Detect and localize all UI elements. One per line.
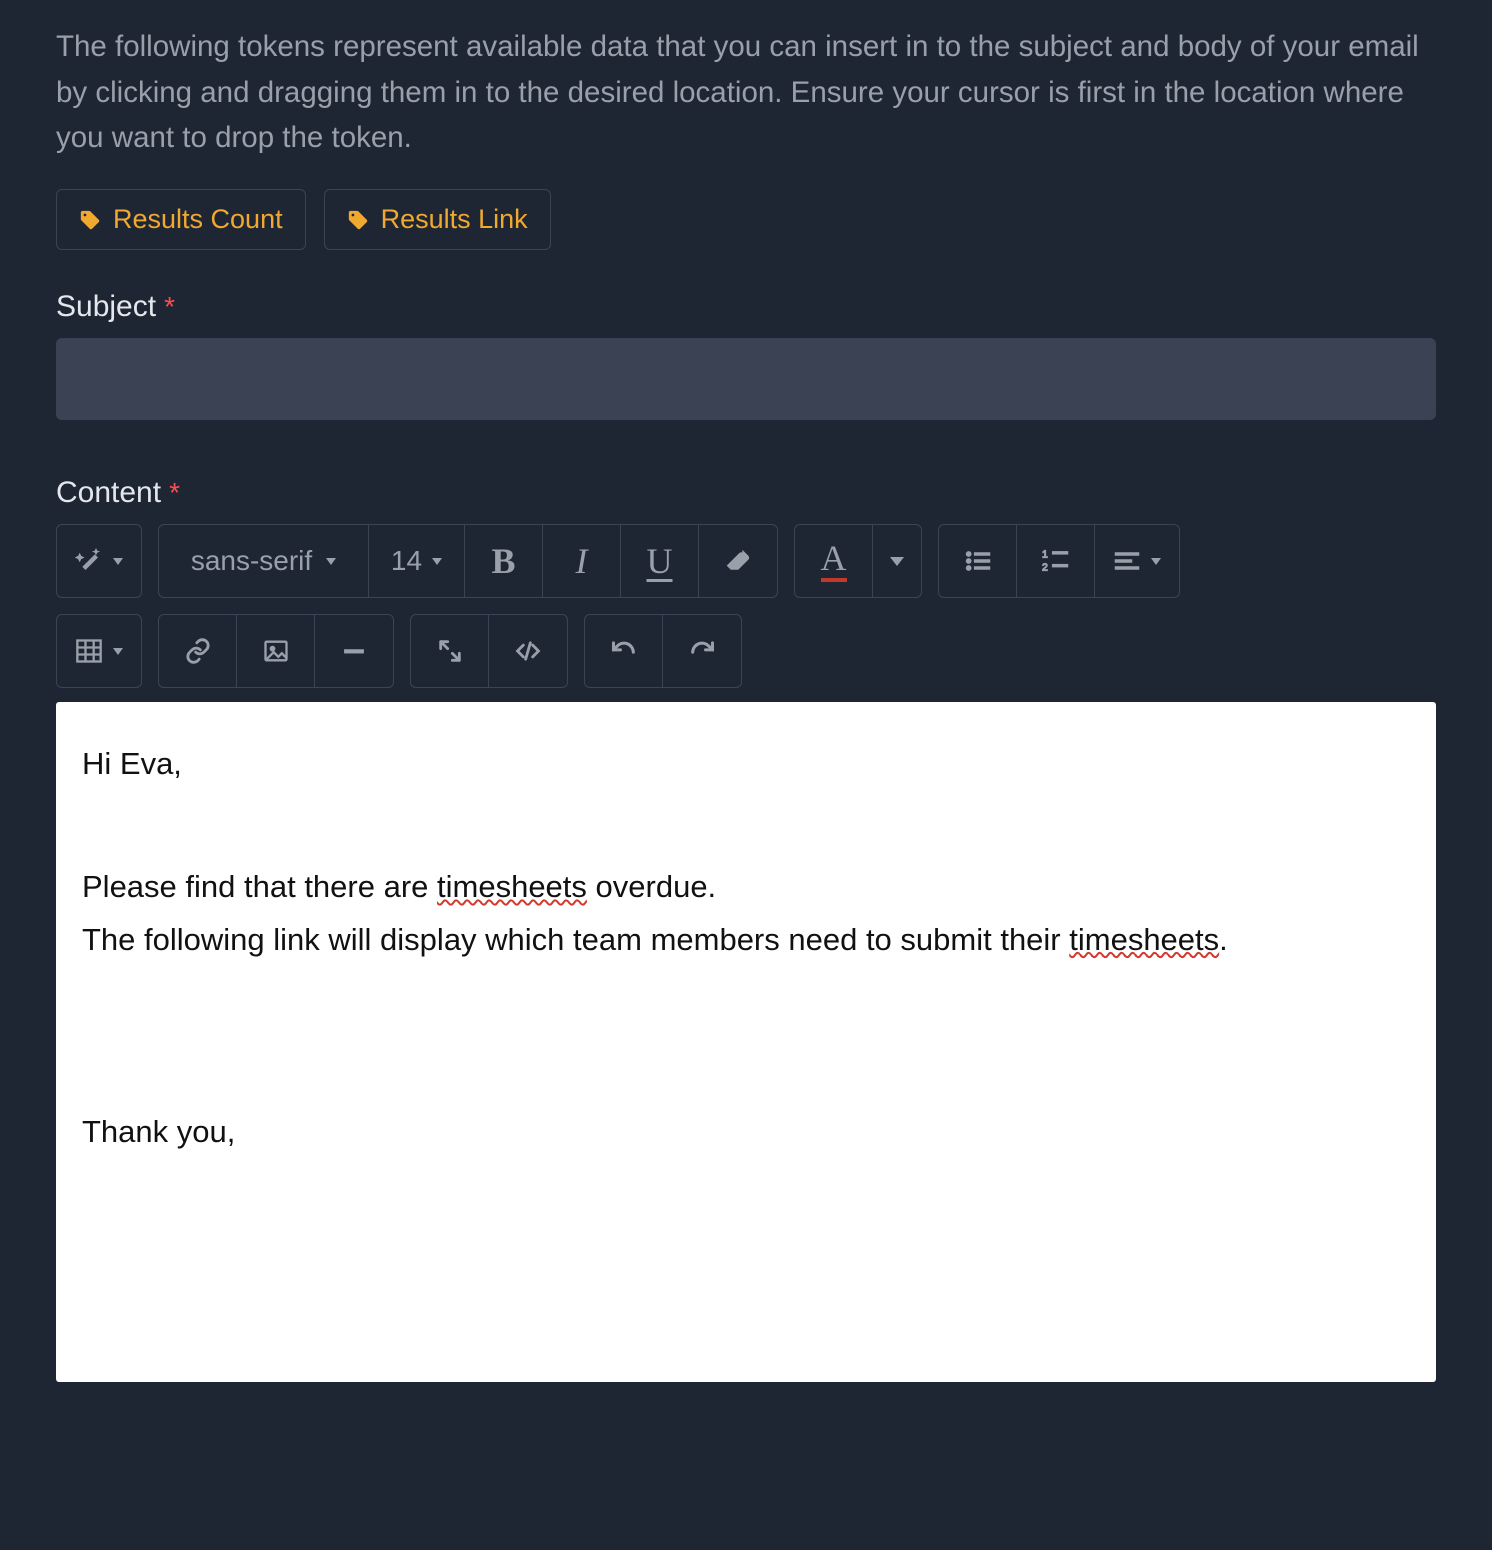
expand-icon xyxy=(436,637,464,665)
spellcheck-error: timesheets xyxy=(437,869,587,904)
token-label: Results Count xyxy=(113,204,283,235)
content-label: Content * xyxy=(56,476,1436,510)
magic-wand-icon xyxy=(75,547,103,575)
body-line-1: Please find that there are timesheets ov… xyxy=(82,861,1410,914)
picture-icon xyxy=(262,637,290,665)
undo-icon xyxy=(610,637,638,665)
required-mark: * xyxy=(164,291,175,323)
token-label: Results Link xyxy=(381,204,528,235)
font-family-value: sans-serif xyxy=(191,545,312,577)
results-link-token[interactable]: Results Link xyxy=(324,189,551,250)
font-size-dropdown[interactable]: 14 xyxy=(369,525,465,597)
table-dropdown[interactable] xyxy=(57,615,141,687)
font-size-value: 14 xyxy=(391,545,422,577)
table-icon xyxy=(75,637,103,665)
eraser-icon xyxy=(724,547,752,575)
clear-format-button[interactable] xyxy=(699,525,777,597)
paragraph-dropdown[interactable] xyxy=(1095,525,1179,597)
minus-icon xyxy=(340,637,368,665)
bold-button[interactable]: B xyxy=(465,525,543,597)
results-count-token[interactable]: Results Count xyxy=(56,189,306,250)
italic-button[interactable]: I xyxy=(543,525,621,597)
picture-button[interactable] xyxy=(237,615,315,687)
spellcheck-error: timesheets xyxy=(1069,922,1219,957)
undo-button[interactable] xyxy=(585,615,663,687)
list-ul-icon xyxy=(964,547,992,575)
font-color-icon: A xyxy=(821,540,847,582)
style-dropdown[interactable] xyxy=(57,525,141,597)
body-greeting: Hi Eva, xyxy=(82,738,1410,791)
svg-text:2: 2 xyxy=(1042,561,1048,573)
required-mark: * xyxy=(169,477,180,509)
font-family-dropdown[interactable]: sans-serif xyxy=(159,525,369,597)
font-color-button[interactable]: A xyxy=(795,525,873,597)
redo-button[interactable] xyxy=(663,615,741,687)
unordered-list-button[interactable] xyxy=(939,525,1017,597)
horizontal-rule-button[interactable] xyxy=(315,615,393,687)
body-line-2: The following link will display which te… xyxy=(82,914,1410,967)
tag-icon xyxy=(347,209,369,231)
underline-button[interactable]: U xyxy=(621,525,699,597)
code-view-button[interactable] xyxy=(489,615,567,687)
token-row: Results Count Results Link xyxy=(56,189,1436,250)
ordered-list-button[interactable]: 12 xyxy=(1017,525,1095,597)
redo-icon xyxy=(688,637,716,665)
subject-label: Subject * xyxy=(56,290,1436,324)
email-body-editor[interactable]: Hi Eva, Please find that there are times… xyxy=(56,702,1436,1382)
link-icon xyxy=(184,637,212,665)
fullscreen-button[interactable] xyxy=(411,615,489,687)
editor-toolbar: sans-serif 14 B I U A xyxy=(56,524,1436,688)
subject-input[interactable] xyxy=(56,338,1436,420)
link-button[interactable] xyxy=(159,615,237,687)
tag-icon xyxy=(79,209,101,231)
token-instructions: The following tokens represent available… xyxy=(56,24,1436,161)
code-icon xyxy=(514,637,542,665)
svg-text:1: 1 xyxy=(1042,549,1048,561)
font-color-dropdown[interactable] xyxy=(873,525,921,597)
align-icon xyxy=(1113,547,1141,575)
body-signoff: Thank you, xyxy=(82,1106,1410,1159)
list-ol-icon: 12 xyxy=(1042,547,1070,575)
